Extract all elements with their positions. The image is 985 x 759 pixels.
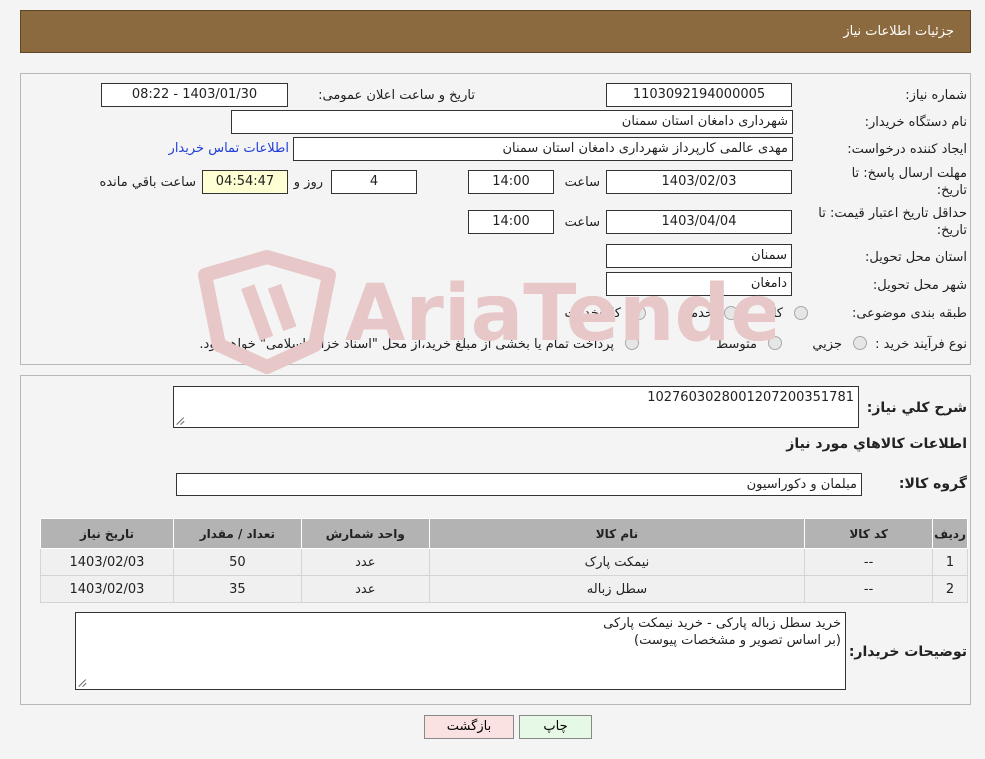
remaining-time-field: 04:54:47 [202,170,288,194]
need-number-label: شماره نیاز: [905,88,967,103]
city-label: شهر محل تحویل: [872,278,967,293]
buyer-contact-link[interactable]: اطلاعات تماس خریدار [169,141,289,156]
deadline-time-field: 14:00 [468,170,554,194]
header-need-date: تاريخ نياز [40,518,174,549]
buyer-desc-line-2: (بر اساس تصویر و مشخصات پیوست) [634,633,841,648]
deadline-label-date: تاریخ: [936,183,967,198]
resize-handle-icon[interactable] [177,417,185,425]
province-label: استان محل تحویل: [865,250,967,265]
announce-field: 1403/01/30 - 08:22 [101,83,288,107]
cell-item-code: -- [804,548,934,576]
validity-date-field: 1403/04/04 [606,210,792,234]
process-radio-medium[interactable] [768,336,782,350]
header-unit: واحد شمارش [300,518,430,549]
validity-label-date: تاریخ: [936,223,967,238]
header-item-name: نام کالا [428,518,806,549]
cell-need-date: 1403/02/03 [40,548,174,576]
cell-quantity: 50 [172,548,302,576]
validity-time-field: 14:00 [468,210,554,234]
process-option-minor: جزيي [812,337,842,352]
summary-field: 1027603028001207200351781 [173,386,859,428]
resize-handle-icon[interactable] [79,679,87,687]
treasury-checkbox[interactable] [625,336,639,350]
table-row: 2 -- سطل زباله عدد 35 1403/02/03 [40,575,968,603]
process-option-medium: متوسط [716,337,757,352]
header-row-number: رديف [932,518,968,549]
announce-label: تاریخ و ساعت اعلان عمومی: [318,88,475,103]
category-option-goods: کالا [765,306,783,321]
days-label: روز و [293,175,323,190]
remaining-label: ساعت باقي مانده [99,175,196,190]
back-button[interactable]: بازگشت [424,715,514,739]
summary-label: شرح کلي نياز: [866,400,967,416]
header-item-code: کد کالا [804,518,934,549]
process-note: پرداخت تمام یا بخشی از مبلغ خرید،از محل … [199,337,614,352]
cell-item-code: -- [804,575,934,603]
category-radio-goods-service[interactable] [632,306,646,320]
buyer-org-label: نام دستگاه خریدار: [864,115,967,130]
table-row: 1 -- نیمکت پارک عدد 50 1403/02/03 [40,548,968,576]
deadline-label: مهلت ارسال پاسخ: تا [851,166,967,181]
process-label: نوع فرآیند خرید : [875,337,967,352]
cell-unit: عدد [300,548,430,576]
page-header: جزئیات اطلاعات نیاز [20,10,971,53]
cell-unit: عدد [300,575,430,603]
category-radio-goods[interactable] [794,306,808,320]
buyer-desc-field: خرید سطل زباله پارکی - خرید نیمکت پارکی … [75,612,846,690]
days-field: 4 [331,170,417,194]
cell-item-name: سطل زباله [428,575,806,603]
requester-field: مهدی عالمی کارپرداز شهرداری دامغان استان… [293,137,793,161]
header-quantity: تعداد / مقدار [172,518,302,549]
cell-row-number: 1 [932,548,968,576]
deadline-date-field: 1403/02/03 [606,170,792,194]
print-button[interactable]: چاپ [519,715,592,739]
validity-time-label: ساعت [564,215,600,230]
goods-group-field: مبلمان و دکوراسیون [176,473,862,496]
process-radio-minor[interactable] [853,336,867,350]
goods-info-title: اطلاعات کالاهاي مورد نياز [786,436,967,452]
items-table: رديف کد کالا نام کالا واحد شمارش تعداد /… [40,518,968,603]
category-radio-service[interactable] [724,306,738,320]
cell-quantity: 35 [172,575,302,603]
summary-value: 1027603028001207200351781 [647,390,854,405]
buyer-desc-line-1: خرید سطل زباله پارکی - خرید نیمکت پارکی [603,616,841,631]
cell-need-date: 1403/02/03 [40,575,174,603]
cell-item-name: نیمکت پارک [428,548,806,576]
cell-row-number: 2 [932,575,968,603]
need-number-field: 1103092194000005 [606,83,792,107]
buyer-desc-label: توضیحات خریدار: [848,644,967,660]
deadline-time-label: ساعت [564,175,600,190]
goods-group-label: گروه کالا: [898,476,967,492]
requester-label: ایجاد کننده درخواست: [847,142,967,157]
page-title: جزئیات اطلاعات نیاز [843,24,954,39]
category-label: طبقه بندی موضوعی: [851,306,967,321]
table-header-row: رديف کد کالا نام کالا واحد شمارش تعداد /… [40,518,968,549]
validity-label: حداقل تاریخ اعتبار قیمت: تا [818,206,967,221]
buyer-org-field: شهرداری دامغان استان سمنان [231,110,793,134]
province-field: سمنان [606,244,792,268]
category-option-service: خدمت [678,306,713,321]
category-option-goods-service: کالا/خدمت [564,306,621,321]
city-field: دامغان [606,272,792,296]
